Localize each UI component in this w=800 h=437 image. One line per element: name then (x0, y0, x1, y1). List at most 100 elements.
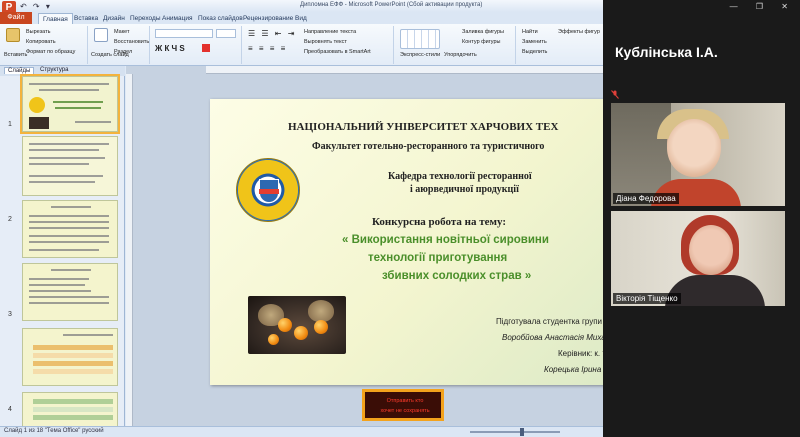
tab-insert[interactable]: Вставка (74, 13, 98, 24)
bold-icon[interactable]: Ж К Ч S (155, 44, 185, 53)
topic-line-1: « Використання новітньої сировини (342, 234, 549, 246)
paste-icon[interactable] (6, 28, 20, 42)
arrange-button[interactable]: Упорядочить (444, 52, 477, 58)
thumb-line (29, 221, 109, 223)
university-title: НАЦІОНАЛЬНИЙ УНІВЕРСИТЕТ ХАРЧОВИХ ТЕХ (288, 121, 559, 133)
thumb-table-row (33, 415, 113, 420)
ribbon: Вставить Вырезать Копировать Формат по о… (0, 24, 603, 66)
tab-animations[interactable]: Анимация (162, 13, 193, 24)
slide-number: 2 (8, 216, 12, 223)
slide-thumbnail[interactable] (22, 263, 118, 321)
participant-tile[interactable]: Діана Федорова (611, 103, 785, 206)
drawing-group: Упорядочить Экспресс-стили Заливка фигур… (396, 26, 516, 64)
new-slide-icon[interactable] (94, 28, 108, 42)
berry-shape (294, 326, 308, 340)
shape-outline-button[interactable]: Контур фигуры (462, 39, 500, 45)
thumb-photo (29, 117, 49, 129)
font-group: Ж К Ч S (152, 26, 242, 64)
thumb-line (29, 296, 109, 298)
list-icons[interactable]: ☰ ☰ ⇤ ⇥ (248, 29, 296, 38)
tab-file[interactable]: Файл (0, 12, 32, 24)
align-icons[interactable]: ≡ ≡ ≡ ≡ (248, 44, 287, 53)
status-bar: Слайд 1 из 18 "Тема Office" русский (0, 426, 603, 437)
thumb-table-row (33, 399, 113, 404)
current-slide[interactable]: НАЦІОНАЛЬНИЙ УНІВЕРСИТЕТ ХАРЧОВИХ ТЕХ Фа… (210, 99, 603, 385)
slide-thumbnail[interactable] (20, 74, 120, 134)
topic-line-3: збивних солодких страв » (382, 270, 532, 282)
thumb-line (51, 269, 91, 271)
text-direction-button[interactable]: Направление текста (304, 29, 356, 35)
thumb-line (29, 227, 109, 229)
tab-design[interactable]: Дизайн (103, 13, 125, 24)
shapes-gallery[interactable] (400, 29, 440, 49)
vertical-ruler (126, 74, 133, 426)
align-text-button[interactable]: Выровнять текст (304, 39, 347, 45)
department-line-1: Кафедра технології ресторанної (388, 171, 532, 182)
font-color-icon[interactable] (202, 44, 210, 52)
thumb-line (29, 290, 91, 292)
select-button[interactable]: Выделить (522, 49, 547, 55)
section-button[interactable]: Раздел (114, 49, 132, 55)
layout-button[interactable]: Макет (114, 29, 130, 35)
quick-styles-button[interactable]: Экспресс-стили (400, 52, 440, 58)
pane-tabs: Слайды Структура (0, 66, 125, 76)
slide-number: 1 (8, 121, 12, 128)
zoom-slider-handle[interactable] (520, 428, 524, 436)
thumb-table-row (33, 361, 113, 366)
thumb-table-row (33, 369, 113, 374)
find-button[interactable]: Найти (522, 29, 538, 35)
supervisor-name: Корецька Ірина Львівна (544, 365, 603, 374)
physalis-photo (248, 296, 346, 354)
font-size-box[interactable] (216, 29, 236, 38)
tab-view[interactable]: Вид (295, 13, 307, 24)
shape-fill-button[interactable]: Заливка фигуры (462, 29, 504, 35)
video-panel: — ❐ ✕ Кублінська І.А. Діана Федорова Вік… (603, 0, 800, 437)
thumb-table-row (33, 353, 113, 358)
tab-home[interactable]: Главная (38, 13, 73, 24)
tab-slideshow[interactable]: Показ слайдов (198, 13, 243, 24)
slide-thumbnail[interactable] (22, 200, 118, 258)
participant-name: Діана Федорова (613, 193, 679, 204)
copy-button[interactable]: Копировать (26, 39, 56, 45)
caption-line-1: Отправить кто (386, 398, 424, 404)
thumb-line (29, 249, 99, 251)
editing-group: Найти Заменить Выделить Эффекты фигур (518, 26, 601, 64)
font-name-box[interactable] (155, 29, 213, 38)
berry-shape (314, 320, 328, 334)
thumb-line (29, 157, 105, 159)
replace-button[interactable]: Заменить (522, 39, 547, 45)
thumb-emblem-icon (29, 97, 45, 113)
thumb-line (29, 143, 109, 145)
window-controls[interactable]: — ❐ ✕ (730, 2, 796, 11)
muted-mic-icon (611, 90, 619, 99)
format-painter-button[interactable]: Формат по образцу (26, 49, 75, 55)
shape-effects-button[interactable]: Эффекты фигур (558, 29, 600, 35)
participant-tile[interactable]: Вікторія Тіщенко (611, 211, 785, 306)
quick-access-toolbar[interactable]: ↶ ↷ ▾ (20, 2, 52, 11)
slide-thumbnail[interactable] (22, 136, 118, 196)
participant-name: Вікторія Тіщенко (613, 293, 681, 304)
zoom-slider[interactable] (470, 431, 560, 433)
tab-review[interactable]: Рецензирование (243, 13, 293, 24)
slide-number: 4 (8, 406, 12, 413)
thumb-line (29, 302, 109, 304)
slides-pane: Слайды Структура 1 2 3 4 (0, 66, 125, 432)
university-emblem (236, 158, 300, 222)
thumb-line (55, 107, 101, 109)
reset-button[interactable]: Восстановить (114, 39, 149, 45)
department-line-2: і аюрведичної продукції (410, 184, 519, 195)
thumb-table-row (33, 407, 113, 412)
tab-outline[interactable]: Структура (40, 67, 68, 73)
prepared-by-text: Підготувала студентка групи ТР-1-1М: (496, 317, 603, 326)
tab-slides[interactable]: Слайды (4, 67, 35, 74)
husk-shape (308, 300, 334, 322)
paste-button[interactable]: Вставить (4, 52, 27, 58)
supervisor-label: Керівник: к. т. н., доцент (558, 349, 603, 358)
powerpoint-window: P ↶ ↷ ▾ Дипломна ЕФФ - Microsoft PowerPo… (0, 0, 603, 437)
thumb-line (53, 101, 103, 103)
cut-button[interactable]: Вырезать (26, 29, 50, 35)
slide-thumbnail[interactable] (22, 328, 118, 386)
berry-shape (278, 318, 292, 332)
smartart-button[interactable]: Преобразовать в SmartArt (304, 49, 371, 55)
tab-transitions[interactable]: Переходы (130, 13, 161, 24)
